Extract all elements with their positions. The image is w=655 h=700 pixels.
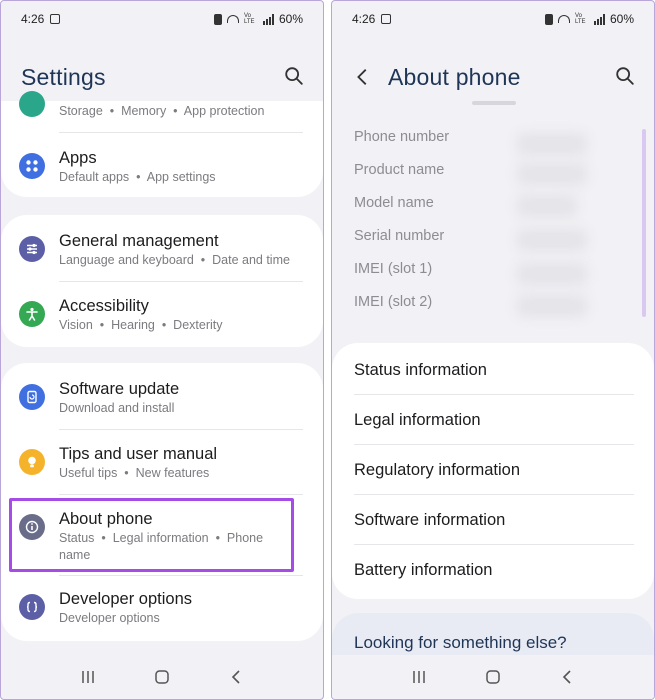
blurred-value	[517, 163, 587, 185]
sub-tips: Useful tips • New features	[59, 466, 210, 480]
info-imei-slot-2: IMEI (slot 2)	[354, 294, 433, 310]
page-title: About phone	[388, 63, 521, 90]
sub-general-management: Language and keyboard • Date and time	[59, 253, 290, 267]
label-tips: Tips and user manual	[59, 445, 218, 463]
info-model-name: Model name	[354, 195, 434, 211]
sub-about-phone: Status • Legal information • Phone name	[59, 531, 264, 562]
home-button[interactable]	[151, 666, 173, 688]
status-bar: 4:26 Vo LTE 60%	[332, 1, 654, 37]
settings-item-about-phone[interactable]: About phone Status • Legal information •…	[1, 508, 323, 564]
wifi-icon	[557, 15, 570, 23]
apps-icon	[19, 153, 45, 179]
sub-developer-options: Developer options	[59, 611, 160, 625]
back-arrow-icon[interactable]	[352, 66, 374, 88]
storage-icon	[19, 91, 45, 117]
settings-item-storage[interactable]: Storage • Memory • App protection	[1, 91, 323, 120]
settings-header: Settings	[1, 57, 323, 97]
status-time: 4:26	[352, 12, 376, 26]
info-serial-number: Serial number	[354, 228, 445, 244]
gallery-notification-icon	[50, 14, 61, 24]
recent-apps-button[interactable]	[77, 666, 99, 688]
search-icon[interactable]	[614, 65, 636, 87]
network-type-icon: Vo LTE	[574, 13, 586, 25]
battery-saver-icon	[213, 13, 222, 25]
settings-item-tips[interactable]: Tips and user manual Useful tips • New f…	[1, 443, 323, 482]
info-phone-number: Phone number	[354, 129, 450, 145]
blurred-value	[517, 295, 587, 317]
recent-apps-button[interactable]	[408, 666, 430, 688]
signal-icon	[262, 13, 274, 25]
label-about-phone: About phone	[59, 510, 153, 528]
menu-legal-information[interactable]: Legal information	[332, 395, 654, 445]
status-time: 4:26	[21, 12, 45, 26]
settings-item-developer-options[interactable]: Developer options Developer options	[1, 588, 323, 627]
sub-apps: Default apps • App settings	[59, 170, 216, 184]
label-apps: Apps	[59, 149, 97, 167]
battery-percent: 60%	[609, 12, 634, 26]
developer-icon	[19, 594, 45, 620]
page-title: Settings	[21, 63, 106, 90]
info-product-name: Product name	[354, 162, 445, 178]
sub-software-update: Download and install	[59, 401, 175, 415]
label-accessibility: Accessibility	[59, 297, 149, 315]
label-software-update: Software update	[59, 380, 180, 398]
menu-battery-information[interactable]: Battery information	[332, 545, 654, 595]
sub-accessibility: Vision • Hearing • Dexterity	[59, 318, 223, 332]
sub-storage: Storage • Memory • App protection	[59, 104, 265, 118]
sliders-icon	[19, 236, 45, 262]
accessibility-icon	[19, 301, 45, 327]
software-update-icon	[19, 384, 45, 410]
battery-saver-icon	[544, 13, 553, 25]
search-icon[interactable]	[283, 65, 305, 87]
scroll-hint	[472, 101, 516, 105]
settings-item-software-update[interactable]: Software update Download and install	[1, 378, 323, 417]
settings-screen: 4:26 Vo LTE 60% Settings Storage • Memor…	[0, 0, 324, 700]
network-type-icon: Vo LTE	[243, 13, 255, 25]
battery-percent: 60%	[278, 12, 303, 26]
back-button[interactable]	[556, 666, 578, 688]
label-developer-options: Developer options	[59, 590, 192, 608]
scrollbar[interactable]	[642, 129, 646, 317]
settings-item-apps[interactable]: Apps Default apps • App settings	[1, 147, 323, 186]
menu-software-information[interactable]: Software information	[332, 495, 654, 545]
about-phone-screen: 4:26 Vo LTE 60% About phone Phone number…	[331, 0, 655, 700]
info-imei-slot-1: IMEI (slot 1)	[354, 261, 433, 277]
back-button[interactable]	[225, 666, 247, 688]
lightbulb-icon	[19, 449, 45, 475]
gallery-notification-icon	[381, 14, 392, 24]
label-general-management: General management	[59, 232, 219, 250]
looking-label: Looking for something else?	[354, 633, 567, 652]
signal-icon	[593, 13, 605, 25]
wifi-icon	[226, 15, 239, 23]
device-info-block: Phone number Product name Model name Ser…	[332, 123, 654, 323]
blurred-value	[517, 133, 587, 155]
menu-status-information[interactable]: Status information	[332, 345, 654, 395]
menu-regulatory-information[interactable]: Regulatory information	[332, 445, 654, 495]
navigation-bar	[1, 655, 323, 699]
blurred-value	[517, 195, 577, 217]
about-phone-header: About phone	[332, 57, 654, 97]
settings-item-accessibility[interactable]: Accessibility Vision • Hearing • Dexteri…	[1, 295, 323, 334]
navigation-bar	[332, 655, 654, 699]
home-button[interactable]	[482, 666, 504, 688]
settings-item-general-management[interactable]: General management Language and keyboard…	[1, 230, 323, 269]
info-icon	[19, 514, 45, 540]
blurred-value	[517, 263, 587, 285]
status-bar: 4:26 Vo LTE 60%	[1, 1, 323, 37]
blurred-value	[517, 229, 587, 251]
